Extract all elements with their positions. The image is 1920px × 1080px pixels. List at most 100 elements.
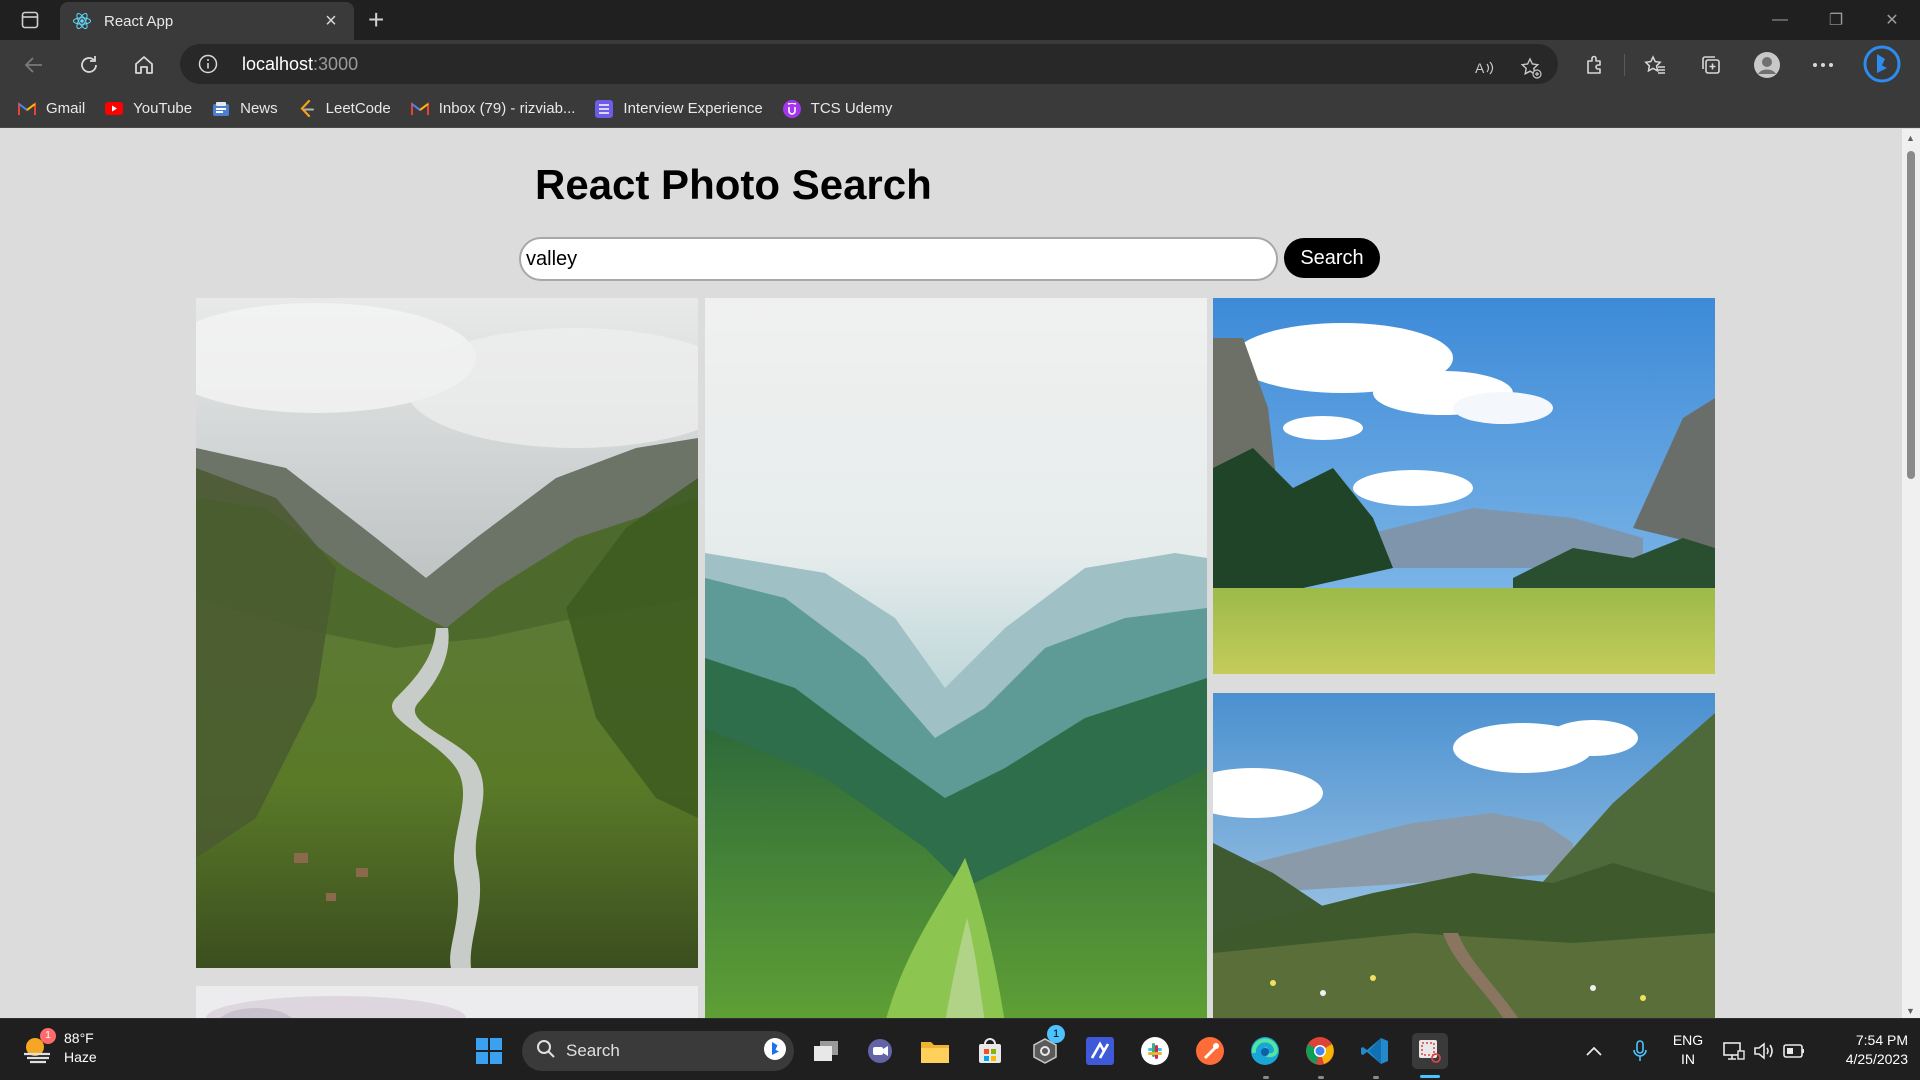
photo-result[interactable] xyxy=(1213,298,1715,674)
bookmark-label: Interview Experience xyxy=(623,100,763,117)
clock-time: 7:54 PM xyxy=(1855,1032,1908,1048)
scroll-down-icon[interactable]: ▼ xyxy=(1906,1006,1915,1016)
extensions-icon[interactable] xyxy=(1578,49,1612,81)
weather-widget[interactable]: 1 88°F Haze xyxy=(22,1028,97,1067)
address-bar[interactable]: localhost:3000 A xyxy=(180,44,1558,84)
page-viewport: React Photo Search Search xyxy=(0,129,1902,1018)
restore-icon[interactable]: ❐ xyxy=(1808,0,1864,40)
postman-icon[interactable] xyxy=(1192,1033,1228,1069)
clock[interactable]: 7:54 PM 4/25/2023 xyxy=(1820,1031,1908,1069)
bookmark-label: TCS Udemy xyxy=(810,100,893,117)
bing-copilot-icon[interactable] xyxy=(1862,44,1902,84)
volume-icon[interactable] xyxy=(1750,1033,1778,1069)
bookmark-label: News xyxy=(240,100,278,117)
toolbar-separator xyxy=(1624,54,1625,76)
bookmark-label: Gmail xyxy=(46,100,86,117)
running-indicator xyxy=(1318,1076,1324,1079)
file-explorer-icon[interactable] xyxy=(917,1033,953,1069)
windows-start-icon[interactable] xyxy=(471,1033,507,1069)
bookmark-leetcode[interactable]: LeetCode xyxy=(298,99,391,118)
input-language[interactable]: ENG IN xyxy=(1668,1031,1708,1069)
visual-studio-icon[interactable] xyxy=(1082,1033,1118,1069)
search-icon xyxy=(536,1039,556,1064)
profile-avatar[interactable] xyxy=(1750,49,1784,81)
running-indicator xyxy=(1373,1076,1379,1079)
weather-temp: 88°F xyxy=(64,1030,94,1046)
react-icon xyxy=(72,11,92,31)
favorites-icon[interactable] xyxy=(1638,49,1672,81)
photo-result[interactable] xyxy=(196,986,698,1018)
photo-search-input[interactable] xyxy=(519,237,1278,281)
snipping-tool-icon[interactable] xyxy=(1412,1033,1448,1069)
search-button[interactable]: Search xyxy=(1284,238,1380,278)
bing-icon xyxy=(762,1036,788,1067)
show-hidden-icons-icon[interactable] xyxy=(1582,1033,1606,1069)
weather-desc: Haze xyxy=(64,1049,97,1065)
browser-titlebar: React App × + — ❐ ✕ xyxy=(0,0,1920,40)
region-code: IN xyxy=(1681,1051,1695,1067)
outlook-icon[interactable]: 1 xyxy=(1027,1025,1065,1069)
photo-result[interactable] xyxy=(1213,693,1715,1018)
minimize-icon[interactable]: — xyxy=(1752,0,1808,40)
site-info-icon[interactable] xyxy=(198,54,218,79)
close-tab-icon[interactable]: × xyxy=(320,10,342,33)
chrome-icon[interactable] xyxy=(1302,1033,1338,1069)
collections-icon[interactable] xyxy=(1694,49,1728,81)
bookmark-interview-experience[interactable]: Interview Experience xyxy=(595,99,763,118)
teams-chat-icon[interactable] xyxy=(862,1033,898,1069)
page-scrollbar[interactable]: ▲ ▼ xyxy=(1902,129,1920,1018)
list-icon xyxy=(595,99,614,118)
running-indicator xyxy=(1263,1076,1269,1079)
bookmark-label: Inbox (79) - rizviab... xyxy=(438,100,576,117)
tab-title: React App xyxy=(104,12,174,30)
gmail-icon xyxy=(18,100,36,118)
url-text: localhost:3000 xyxy=(242,54,358,75)
microsoft-store-icon[interactable] xyxy=(972,1033,1008,1069)
tab-react-app[interactable]: React App × xyxy=(60,2,354,40)
bookmark-label: YouTube xyxy=(133,100,193,117)
bookmark-youtube[interactable]: YouTube xyxy=(105,100,192,118)
page-title: React Photo Search xyxy=(535,161,932,208)
windows-taskbar: 1 88°F Haze Search 1 ENG IN 7:54 PM 4/25… xyxy=(0,1018,1920,1080)
scroll-thumb[interactable] xyxy=(1907,151,1915,479)
browser-toolbar: localhost:3000 A xyxy=(0,40,1920,90)
close-window-icon[interactable]: ✕ xyxy=(1864,0,1920,40)
bookmarks-bar: Gmail YouTube News LeetCode Inbox (79) -… xyxy=(0,90,1920,128)
vscode-icon[interactable] xyxy=(1357,1033,1393,1069)
add-favorite-icon[interactable] xyxy=(1516,53,1546,83)
taskbar-search-label: Search xyxy=(566,1041,620,1060)
photo-result[interactable] xyxy=(196,298,698,968)
photo-result[interactable] xyxy=(705,298,1207,1018)
gmail-icon xyxy=(410,100,429,118)
microphone-icon[interactable] xyxy=(1626,1033,1654,1069)
bookmark-tcs-udemy[interactable]: TCS Udemy xyxy=(782,99,893,118)
window-controls: — ❐ ✕ xyxy=(1752,0,1920,40)
language-code: ENG xyxy=(1672,1032,1704,1048)
task-view-icon[interactable] xyxy=(808,1033,844,1069)
home-icon[interactable] xyxy=(128,49,160,81)
slack-icon[interactable] xyxy=(1137,1033,1173,1069)
bookmark-news[interactable]: News xyxy=(212,100,278,118)
udemy-icon xyxy=(782,99,801,118)
clock-date: 4/25/2023 xyxy=(1845,1051,1908,1067)
network-icon[interactable] xyxy=(1720,1033,1748,1069)
edge-icon[interactable] xyxy=(1247,1033,1283,1069)
battery-icon[interactable] xyxy=(1780,1033,1808,1069)
back-icon[interactable] xyxy=(18,49,50,81)
notification-badge: 1 xyxy=(1047,1025,1065,1043)
tab-actions-icon[interactable] xyxy=(14,8,46,32)
news-icon xyxy=(212,100,230,118)
bookmark-inbox[interactable]: Inbox (79) - rizviab... xyxy=(410,100,576,118)
weather-haze-icon: 1 xyxy=(22,1028,56,1064)
weather-badge: 1 xyxy=(40,1028,56,1044)
bookmark-label: LeetCode xyxy=(325,100,391,117)
active-app-indicator xyxy=(1420,1075,1440,1078)
read-aloud-icon[interactable]: A xyxy=(1470,53,1500,83)
reload-icon[interactable] xyxy=(73,49,105,81)
more-options-icon[interactable] xyxy=(1806,49,1840,81)
new-tab-icon[interactable]: + xyxy=(368,4,384,36)
bookmark-gmail[interactable]: Gmail xyxy=(18,100,85,118)
scroll-up-icon[interactable]: ▲ xyxy=(1906,133,1915,143)
taskbar-search[interactable]: Search xyxy=(522,1031,794,1071)
url-port: :3000 xyxy=(313,54,359,74)
